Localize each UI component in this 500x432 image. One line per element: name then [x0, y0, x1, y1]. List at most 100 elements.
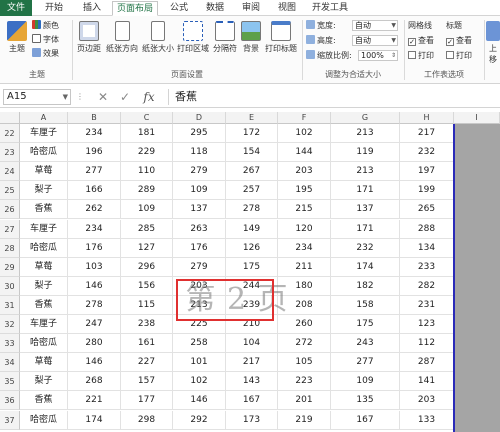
headings-print-checkbox[interactable]: 打印	[446, 50, 472, 62]
theme-fonts-button[interactable]: 字体	[32, 34, 59, 46]
table-cell[interactable]: 109	[331, 372, 400, 392]
table-cell[interactable]: 182	[331, 276, 400, 296]
table-cell[interactable]: 201	[278, 391, 331, 411]
row-header[interactable]: 34	[0, 353, 20, 373]
column-header[interactable]: E	[226, 112, 278, 124]
table-cell[interactable]: 234	[68, 124, 121, 144]
table-cell[interactable]: 香蕉	[20, 391, 68, 411]
tab-insert[interactable]: 插入	[76, 1, 108, 16]
table-cell[interactable]: 草莓	[20, 353, 68, 373]
column-header[interactable]: G	[331, 112, 400, 124]
table-cell[interactable]: 171	[331, 219, 400, 239]
table-cell[interactable]: 231	[400, 295, 454, 315]
table-cell[interactable]: 草莓	[20, 162, 68, 182]
table-cell[interactable]: 247	[68, 315, 121, 335]
table-cell[interactable]: 176	[173, 238, 226, 258]
table-cell[interactable]: 213	[331, 162, 400, 182]
row-header[interactable]: 22	[0, 124, 20, 144]
row-header[interactable]: 25	[0, 181, 20, 201]
formula-input[interactable]: 香蕉	[168, 89, 494, 105]
table-cell[interactable]: 144	[278, 143, 331, 163]
table-cell[interactable]: 梨子	[20, 372, 68, 392]
row-header[interactable]: 24	[0, 162, 20, 182]
table-cell[interactable]: 158	[331, 295, 400, 315]
table-cell[interactable]: 213	[331, 124, 400, 144]
table-cell[interactable]: 277	[331, 353, 400, 373]
select-all-corner[interactable]	[0, 112, 20, 124]
table-cell[interactable]: 175	[331, 315, 400, 335]
table-cell[interactable]: 278	[68, 295, 121, 315]
table-cell[interactable]: 123	[400, 315, 454, 335]
tab-formulas[interactable]: 公式	[164, 1, 194, 16]
table-cell[interactable]: 257	[226, 181, 278, 201]
table-cell[interactable]: 146	[68, 276, 121, 296]
gridlines-view-checkbox[interactable]: ✓ 查看	[408, 35, 434, 47]
row-header[interactable]: 36	[0, 391, 20, 411]
table-cell[interactable]: 268	[68, 372, 121, 392]
table-cell[interactable]: 哈密瓜	[20, 238, 68, 258]
table-cell[interactable]: 167	[226, 391, 278, 411]
theme-effects-button[interactable]: 效果	[32, 48, 59, 60]
tab-view[interactable]: 视图	[272, 1, 302, 16]
table-cell[interactable]: 175	[226, 257, 278, 277]
table-cell[interactable]: 134	[400, 238, 454, 258]
table-cell[interactable]: 127	[121, 238, 173, 258]
table-cell[interactable]: 119	[331, 143, 400, 163]
tab-page-layout[interactable]: 页面布局	[112, 1, 158, 16]
table-cell[interactable]: 166	[68, 181, 121, 201]
table-cell[interactable]: 282	[400, 276, 454, 296]
width-select[interactable]: 自动 ▼	[352, 20, 398, 31]
table-cell[interactable]: 280	[68, 334, 121, 354]
table-cell[interactable]: 195	[278, 181, 331, 201]
size-button[interactable]: 纸张大小	[141, 21, 175, 54]
table-cell[interactable]: 232	[331, 238, 400, 258]
table-cell[interactable]: 101	[173, 353, 226, 373]
table-cell[interactable]: 梨子	[20, 276, 68, 296]
table-cell[interactable]: 277	[68, 162, 121, 182]
row-header[interactable]: 31	[0, 295, 20, 315]
table-cell[interactable]: 298	[121, 410, 173, 430]
table-cell[interactable]: 211	[278, 257, 331, 277]
row-header[interactable]: 30	[0, 276, 20, 296]
table-cell[interactable]: 262	[68, 200, 121, 220]
table-cell[interactable]: 221	[68, 391, 121, 411]
name-box[interactable]: A15 ▼	[3, 89, 71, 105]
print-titles-button[interactable]: 打印标题	[263, 21, 299, 54]
table-cell[interactable]: 289	[121, 181, 173, 201]
enter-icon[interactable]: ✓	[116, 89, 134, 105]
table-cell[interactable]: 137	[331, 200, 400, 220]
height-select[interactable]: 自动 ▼	[352, 35, 398, 46]
column-header[interactable]: C	[121, 112, 173, 124]
table-cell[interactable]: 126	[226, 238, 278, 258]
table-cell[interactable]: 171	[331, 181, 400, 201]
table-cell[interactable]: 118	[173, 143, 226, 163]
table-cell[interactable]: 199	[400, 181, 454, 201]
column-header[interactable]: D	[173, 112, 226, 124]
orientation-button[interactable]: 纸张方向	[104, 21, 140, 54]
insert-function-button[interactable]: fx	[138, 89, 160, 105]
table-cell[interactable]: 288	[400, 219, 454, 239]
background-button[interactable]: 背景	[240, 21, 262, 54]
table-cell[interactable]: 109	[173, 181, 226, 201]
table-cell[interactable]: 177	[121, 391, 173, 411]
table-cell[interactable]: 161	[121, 334, 173, 354]
table-cell[interactable]: 157	[121, 372, 173, 392]
table-cell[interactable]: 223	[278, 372, 331, 392]
table-cell[interactable]: 258	[173, 334, 226, 354]
table-cell[interactable]: 112	[400, 334, 454, 354]
table-cell[interactable]: 135	[331, 391, 400, 411]
table-cell[interactable]: 203	[278, 162, 331, 182]
table-cell[interactable]: 287	[400, 353, 454, 373]
themes-button[interactable]: 主题	[4, 21, 30, 54]
table-cell[interactable]: 233	[400, 257, 454, 277]
table-cell[interactable]: 车厘子	[20, 315, 68, 335]
table-cell[interactable]: 234	[278, 238, 331, 258]
table-cell[interactable]: 285	[121, 219, 173, 239]
table-cell[interactable]: 267	[226, 162, 278, 182]
table-cell[interactable]: 车厘子	[20, 219, 68, 239]
tab-review[interactable]: 审阅	[236, 1, 266, 16]
table-cell[interactable]: 141	[400, 372, 454, 392]
table-cell[interactable]: 229	[121, 143, 173, 163]
table-cell[interactable]: 176	[68, 238, 121, 258]
headings-view-checkbox[interactable]: ✓ 查看	[446, 35, 472, 47]
